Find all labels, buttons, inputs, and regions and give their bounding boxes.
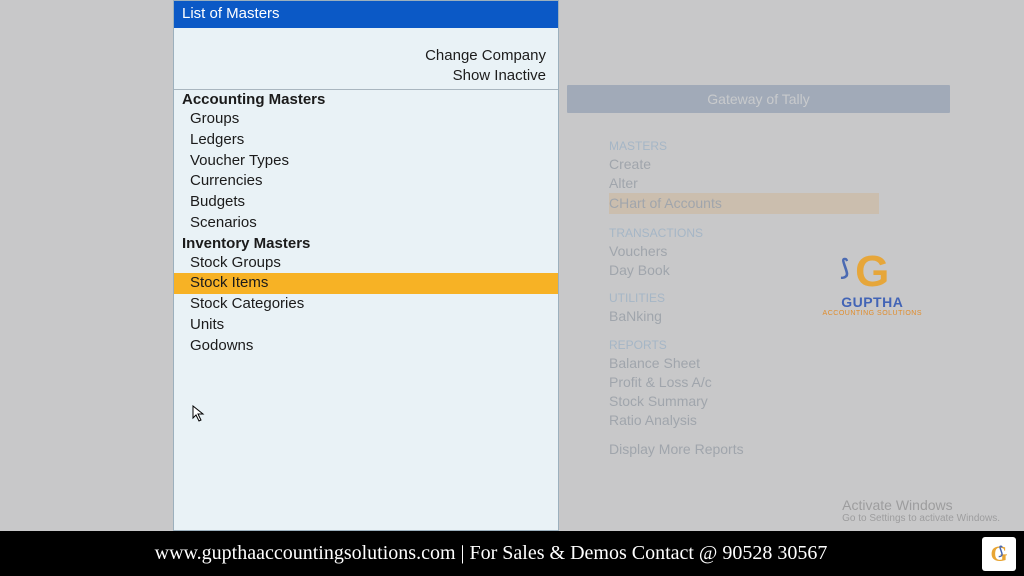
change-company-link[interactable]: Change Company	[182, 46, 546, 66]
item-stock-items[interactable]: Stock Items	[174, 273, 558, 294]
item-budgets[interactable]: Budgets	[174, 192, 558, 213]
gateway-chart: CHart of Accounts	[609, 193, 879, 214]
item-voucher-types[interactable]: Voucher Types	[174, 151, 558, 172]
gateway-pl: Profit & Loss A/c	[609, 373, 914, 392]
show-inactive-link[interactable]: Show Inactive	[182, 66, 546, 86]
logo-g-icon: G⟆	[823, 252, 922, 292]
gateway-cat-rep: REPORTS	[609, 338, 914, 352]
gateway-ra: Ratio Analysis	[609, 411, 914, 430]
logo-subtitle: ACCOUNTING SOLUTIONS	[823, 310, 922, 317]
activate-sub: Go to Settings to activate Windows.	[842, 513, 1000, 524]
logo-swoosh-icon: ⟆	[841, 258, 850, 278]
item-stock-groups[interactable]: Stock Groups	[174, 253, 558, 274]
gateway-header: Gateway of Tally	[567, 85, 950, 113]
item-godowns[interactable]: Godowns	[174, 336, 558, 357]
footer-bar: www.gupthaaccountingsolutions.com | For …	[0, 531, 1024, 576]
masters-panel: List of Masters Change Company Show Inac…	[173, 0, 559, 531]
item-ledgers[interactable]: Ledgers	[174, 130, 558, 151]
brand-logo: G⟆ GUPTHA ACCOUNTING SOLUTIONS	[823, 252, 922, 317]
footer-logo-badge: G⟆	[982, 537, 1016, 571]
gateway-bs: Balance Sheet	[609, 354, 914, 373]
gateway-cat-masters: MASTERS	[609, 139, 914, 153]
gateway-alter: Alter	[609, 174, 914, 193]
activate-title: Activate Windows	[842, 497, 1000, 513]
item-scenarios[interactable]: Scenarios	[174, 213, 558, 234]
section-inventory: Inventory Masters	[174, 234, 558, 253]
item-units[interactable]: Units	[174, 315, 558, 336]
gateway-create: Create	[609, 155, 914, 174]
gateway-more: Display More Reports	[609, 440, 914, 459]
masters-title: List of Masters	[174, 1, 558, 28]
gateway-cat-trans: TRANSACTIONS	[609, 226, 914, 240]
section-accounting: Accounting Masters	[174, 90, 558, 109]
item-currencies[interactable]: Currencies	[174, 171, 558, 192]
masters-actions: Change Company Show Inactive	[174, 28, 558, 90]
gateway-ss: Stock Summary	[609, 392, 914, 411]
footer-text: www.gupthaaccountingsolutions.com | For …	[0, 542, 982, 565]
activate-watermark: Activate Windows Go to Settings to activ…	[842, 497, 1000, 524]
item-groups[interactable]: Groups	[174, 109, 558, 130]
item-stock-categories[interactable]: Stock Categories	[174, 294, 558, 315]
